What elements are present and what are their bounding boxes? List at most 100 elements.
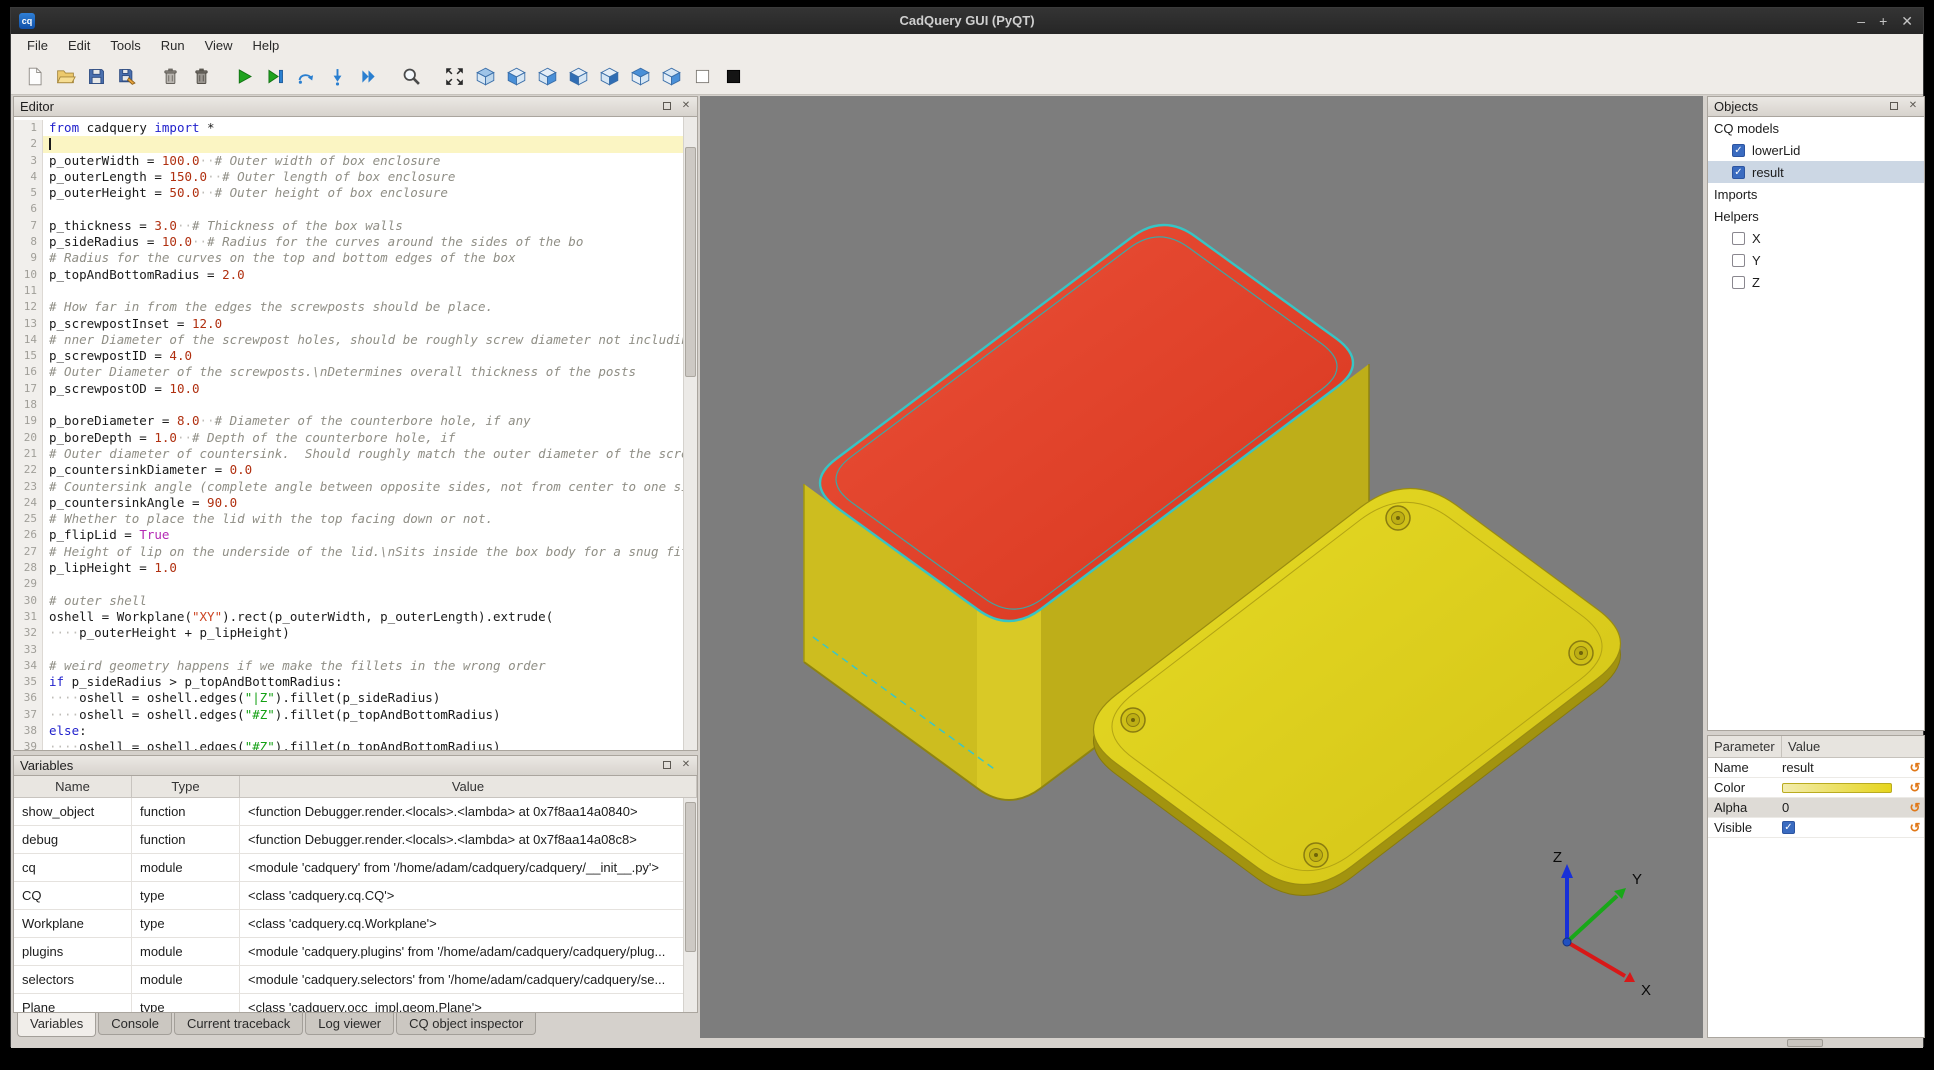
objects-float-button[interactable]: [1886, 99, 1902, 115]
code-line[interactable]: 1from cadquery import *: [14, 120, 683, 136]
save-icon[interactable]: [83, 63, 110, 90]
code-line[interactable]: 12# How far in from the edges the screwp…: [14, 299, 683, 315]
new-file-icon[interactable]: [21, 63, 48, 90]
visibility-checkbox[interactable]: [1732, 276, 1745, 289]
size-grip[interactable]: [1787, 1039, 1823, 1047]
viewport-3d[interactable]: Z Y X: [700, 96, 1703, 1038]
variables-column-header[interactable]: Name: [14, 776, 132, 797]
code-line[interactable]: 24p_countersinkAngle = 90.0: [14, 495, 683, 511]
parameter-value[interactable]: 0: [1782, 800, 1906, 815]
code-line[interactable]: 25# Whether to place the lid with the to…: [14, 511, 683, 527]
code-line[interactable]: 11: [14, 283, 683, 299]
code-line[interactable]: 19p_boreDiameter = 8.0··# Diameter of th…: [14, 413, 683, 429]
code-line[interactable]: 5p_outerHeight = 50.0··# Outer height of…: [14, 185, 683, 201]
parameter-column-header[interactable]: Parameter: [1708, 736, 1782, 757]
code-line[interactable]: 6: [14, 201, 683, 217]
code-line[interactable]: 23# Countersink angle (complete angle be…: [14, 479, 683, 495]
table-row[interactable]: CQtype<class 'cadquery.cq.CQ'>: [14, 882, 697, 910]
table-row[interactable]: Planetype<class 'cadquery.occ_impl.geom.…: [14, 994, 697, 1012]
code-line[interactable]: 10p_topAndBottomRadius = 2.0: [14, 267, 683, 283]
bottom-view-icon[interactable]: [658, 63, 685, 90]
menu-item-help[interactable]: Help: [243, 34, 290, 58]
iso-view-icon[interactable]: [472, 63, 499, 90]
tab-log-viewer[interactable]: Log viewer: [305, 1013, 394, 1035]
left-view-icon[interactable]: [565, 63, 592, 90]
objects-tree-row-y[interactable]: Y: [1708, 249, 1924, 271]
code-line[interactable]: 17p_screwpostOD = 10.0: [14, 381, 683, 397]
front-view-icon[interactable]: [503, 63, 530, 90]
clear-icon[interactable]: [157, 63, 184, 90]
table-row[interactable]: debugfunction<function Debugger.render.<…: [14, 826, 697, 854]
table-row[interactable]: show_objectfunction<function Debugger.re…: [14, 798, 697, 826]
objects-tree-row-imports[interactable]: Imports: [1708, 183, 1924, 205]
color-swatch[interactable]: [1782, 783, 1892, 793]
objects-tree-row-cq-models[interactable]: CQ models: [1708, 117, 1924, 139]
render-icon[interactable]: [231, 63, 258, 90]
visibility-checkbox[interactable]: ✓: [1732, 144, 1745, 157]
code-line[interactable]: 35if p_sideRadius > p_topAndBottomRadius…: [14, 674, 683, 690]
code-line[interactable]: 39····oshell = oshell.edges("#Z").fillet…: [14, 739, 683, 750]
code-line[interactable]: 29: [14, 576, 683, 592]
objects-tree-row-x[interactable]: X: [1708, 227, 1924, 249]
fit-view-icon[interactable]: [441, 63, 468, 90]
reset-icon[interactable]: ↺: [1906, 760, 1924, 776]
editor-close-button[interactable]: ✕: [678, 99, 694, 115]
code-line[interactable]: 7p_thickness = 3.0··# Thickness of the b…: [14, 218, 683, 234]
code-line[interactable]: 26p_flipLid = True: [14, 527, 683, 543]
objects-close-button[interactable]: ✕: [1905, 99, 1921, 115]
parameter-value[interactable]: [1782, 783, 1906, 793]
wireframe-icon[interactable]: [689, 63, 716, 90]
tab-console[interactable]: Console: [98, 1013, 172, 1035]
code-line[interactable]: 31oshell = Workplane("XY").rect(p_outerW…: [14, 609, 683, 625]
variables-column-header[interactable]: Type: [132, 776, 240, 797]
code-line[interactable]: 13p_screwpostInset = 12.0: [14, 316, 683, 332]
menu-item-view[interactable]: View: [195, 34, 243, 58]
editor-scrollbar-thumb[interactable]: [685, 147, 696, 377]
reset-icon[interactable]: ↺: [1906, 820, 1924, 836]
code-line[interactable]: 32····p_outerHeight + p_lipHeight): [14, 625, 683, 641]
code-line[interactable]: 33: [14, 642, 683, 658]
reset-icon[interactable]: ↺: [1906, 780, 1924, 796]
code-line[interactable]: 20p_boreDepth = 1.0··# Depth of the coun…: [14, 430, 683, 446]
maximize-button[interactable]: +: [1879, 8, 1887, 34]
variables-scrollbar[interactable]: [683, 798, 697, 1012]
code-line[interactable]: 3p_outerWidth = 100.0··# Outer width of …: [14, 153, 683, 169]
visible-checkbox[interactable]: ✓: [1782, 821, 1795, 834]
variables-float-button[interactable]: [659, 758, 675, 774]
tab-current-traceback[interactable]: Current traceback: [174, 1013, 303, 1035]
code-line[interactable]: 8p_sideRadius = 10.0··# Radius for the c…: [14, 234, 683, 250]
visibility-checkbox[interactable]: [1732, 254, 1745, 267]
table-row[interactable]: Workplanetype<class 'cadquery.cq.Workpla…: [14, 910, 697, 938]
table-row[interactable]: selectorsmodule<module 'cadquery.selecto…: [14, 966, 697, 994]
code-line[interactable]: 38else:: [14, 723, 683, 739]
visibility-checkbox[interactable]: [1732, 232, 1745, 245]
tab-variables[interactable]: Variables: [17, 1013, 96, 1037]
objects-tree-row-result[interactable]: ✓result: [1708, 161, 1924, 183]
menu-item-file[interactable]: File: [17, 34, 58, 58]
right-view-icon[interactable]: [596, 63, 623, 90]
objects-tree-row-z[interactable]: Z: [1708, 271, 1924, 293]
code-line[interactable]: 28p_lipHeight = 1.0: [14, 560, 683, 576]
objects-tree-row-helpers[interactable]: Helpers: [1708, 205, 1924, 227]
open-file-icon[interactable]: [52, 63, 79, 90]
code-line[interactable]: 2: [14, 136, 683, 152]
delete-icon[interactable]: [188, 63, 215, 90]
save-as-icon[interactable]: [114, 63, 141, 90]
debug-icon[interactable]: [262, 63, 289, 90]
table-row[interactable]: pluginsmodule<module 'cadquery.plugins' …: [14, 938, 697, 966]
table-row[interactable]: cqmodule<module 'cadquery' from '/home/a…: [14, 854, 697, 882]
code-line[interactable]: 18: [14, 397, 683, 413]
value-column-header[interactable]: Value: [1782, 736, 1820, 757]
editor-float-button[interactable]: [659, 99, 675, 115]
close-button[interactable]: ✕: [1901, 8, 1913, 34]
menu-item-run[interactable]: Run: [151, 34, 195, 58]
editor-code[interactable]: 1from cadquery import *23p_outerWidth = …: [14, 117, 697, 750]
code-line[interactable]: 27# Height of lip on the underside of th…: [14, 544, 683, 560]
code-line[interactable]: 16# Outer Diameter of the screwposts.\nD…: [14, 364, 683, 380]
top-view-icon[interactable]: [627, 63, 654, 90]
reset-icon[interactable]: ↺: [1906, 800, 1924, 816]
tab-cq-object-inspector[interactable]: CQ object inspector: [396, 1013, 536, 1035]
variables-scrollbar-thumb[interactable]: [685, 802, 696, 952]
code-line[interactable]: 4p_outerLength = 150.0··# Outer length o…: [14, 169, 683, 185]
code-line[interactable]: 9# Radius for the curves on the top and …: [14, 250, 683, 266]
